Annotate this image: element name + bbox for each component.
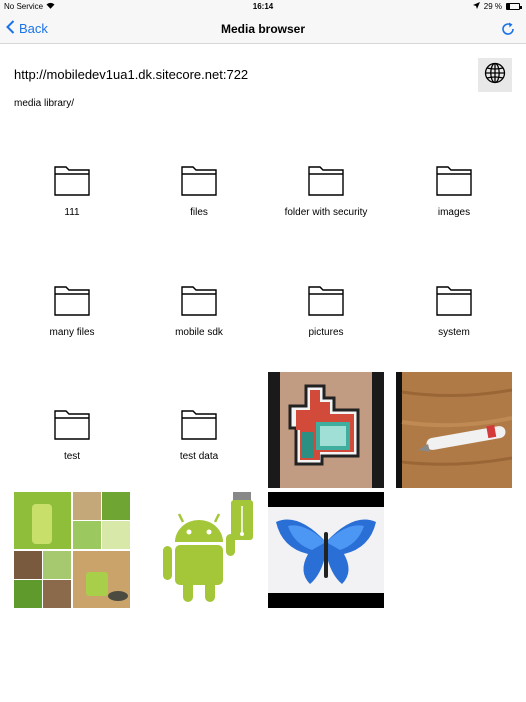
folder-label: test data	[179, 451, 219, 462]
folder-item[interactable]: mobile sdk	[141, 248, 257, 364]
page-title: Media browser	[220, 22, 306, 36]
status-right: 29 %	[472, 2, 522, 11]
pixel-thumbs-up-sticker-image	[268, 372, 384, 488]
server-url: http://mobiledev1ua1.dk.sitecore.net:722	[14, 67, 249, 82]
folder-label: 111	[64, 207, 80, 218]
folder-label: images	[437, 207, 471, 218]
folder-icon	[54, 284, 90, 327]
folder-item[interactable]: pictures	[268, 248, 384, 364]
folder-item[interactable]: system	[396, 248, 512, 364]
media-thumbnail[interactable]	[14, 492, 130, 608]
folder-label: pictures	[308, 327, 344, 338]
refresh-button[interactable]	[500, 21, 516, 42]
folder-icon	[181, 408, 217, 451]
folder-label: folder with security	[284, 207, 368, 218]
blue-butterfly-image	[268, 492, 384, 608]
globe-icon	[484, 62, 506, 89]
media-thumbnail[interactable]	[268, 372, 384, 488]
pen-on-wooden-table-image	[396, 372, 512, 488]
battery-percent: 29 %	[483, 2, 502, 11]
status-bar: No Service 16:14 29 %	[0, 0, 526, 14]
folder-label: files	[190, 207, 208, 218]
folder-icon	[181, 164, 217, 207]
folder-item[interactable]: 111	[14, 128, 130, 244]
folder-icon	[181, 284, 217, 327]
folder-label: test	[63, 451, 81, 462]
folder-item[interactable]: test	[14, 372, 130, 488]
folder-icon	[308, 164, 344, 207]
folder-icon	[54, 408, 90, 451]
android-usb-image	[141, 492, 257, 608]
media-thumbnail[interactable]	[268, 492, 384, 608]
folder-label: mobile sdk	[175, 327, 223, 338]
media-grid: 111 files folder with security images ma…	[14, 128, 512, 608]
folder-item[interactable]: files	[141, 128, 257, 244]
globe-button[interactable]	[478, 58, 512, 92]
folder-label: many files	[49, 327, 95, 338]
battery-icon	[506, 3, 522, 10]
refresh-icon	[500, 22, 516, 41]
status-time: 16:14	[252, 2, 274, 11]
folder-label: system	[438, 327, 470, 338]
folder-icon	[308, 284, 344, 327]
folder-item[interactable]: images	[396, 128, 512, 244]
navigation-bar: Back Media browser	[0, 14, 526, 44]
media-thumbnail[interactable]	[396, 372, 512, 488]
folder-icon	[436, 164, 472, 207]
folder-item[interactable]: many files	[14, 248, 130, 364]
folder-icon	[54, 164, 90, 207]
current-path: media library/	[14, 98, 75, 109]
folder-item[interactable]: test data	[141, 372, 257, 488]
media-thumbnail[interactable]	[141, 492, 257, 608]
folder-icon	[436, 284, 472, 327]
location-icon	[472, 2, 480, 11]
folder-item[interactable]: folder with security	[268, 128, 384, 244]
spa-collage-image	[14, 492, 130, 608]
battery-level	[507, 4, 511, 9]
